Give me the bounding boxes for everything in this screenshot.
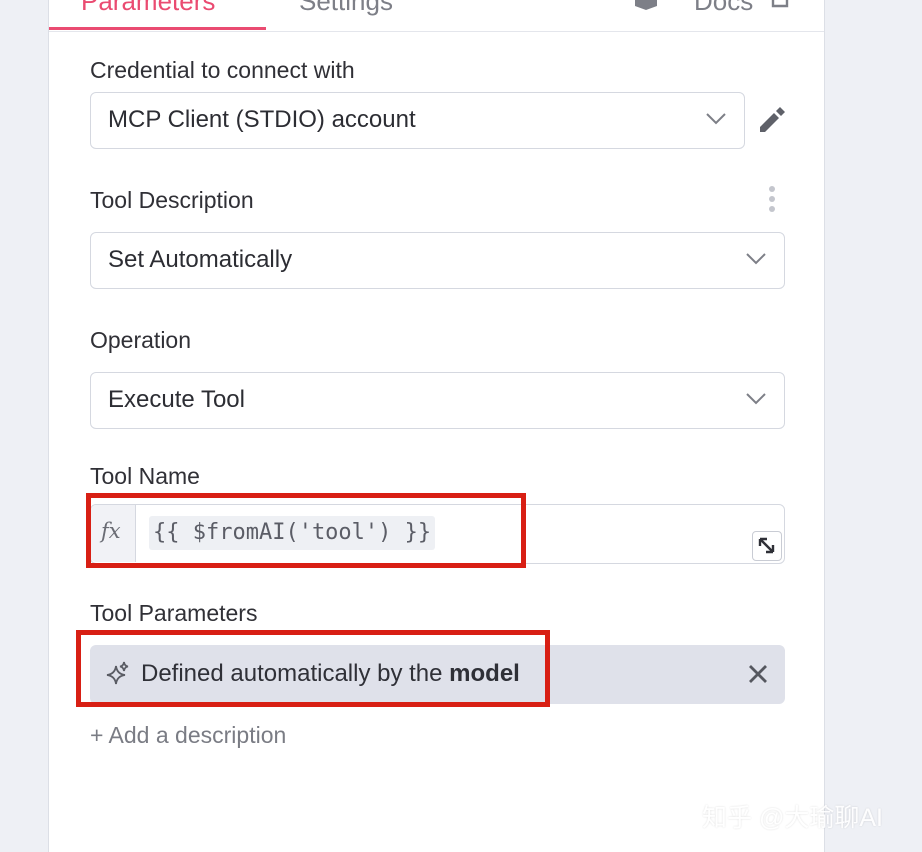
more-options-icon[interactable]	[768, 186, 776, 217]
credential-select[interactable]: MCP Client (STDIO) account	[90, 92, 745, 149]
edit-credential-icon[interactable]	[756, 105, 786, 140]
active-tab-indicator	[49, 27, 266, 30]
book-icon[interactable]	[633, 0, 659, 15]
expand-editor-button[interactable]	[752, 531, 782, 561]
tool-description-select[interactable]: Set Automatically	[90, 232, 785, 289]
chevron-down-icon	[746, 393, 766, 405]
add-description-link[interactable]: + Add a description	[90, 722, 286, 749]
tab-docs[interactable]: Docs	[694, 0, 753, 16]
credential-label: Credential to connect with	[90, 57, 355, 83]
tool-name-label: Tool Name	[90, 463, 200, 489]
tool-parameters-label: Tool Parameters	[90, 600, 258, 626]
tool-description-value: Set Automatically	[108, 246, 293, 273]
annotation-box-tool-parameters	[76, 630, 550, 707]
annotation-box-tool-name	[86, 493, 526, 568]
operation-label: Operation	[90, 327, 192, 353]
chevron-down-icon	[706, 113, 726, 125]
expand-icon	[758, 537, 775, 554]
close-icon[interactable]	[747, 663, 769, 690]
external-link-icon[interactable]	[769, 0, 793, 15]
node-parameters-panel: Parameters Settings Docs Credential to c…	[48, 0, 825, 852]
tab-bar: Parameters Settings Docs	[49, 0, 824, 32]
credential-value: MCP Client (STDIO) account	[108, 106, 416, 133]
tool-description-label: Tool Description	[90, 187, 254, 213]
operation-value: Execute Tool	[108, 386, 245, 413]
tab-settings[interactable]: Settings	[299, 0, 393, 16]
chevron-down-icon	[746, 253, 766, 265]
tab-parameters[interactable]: Parameters	[81, 0, 215, 16]
operation-select[interactable]: Execute Tool	[90, 372, 785, 429]
watermark: 知乎 @大瑜聊AI	[702, 804, 883, 832]
